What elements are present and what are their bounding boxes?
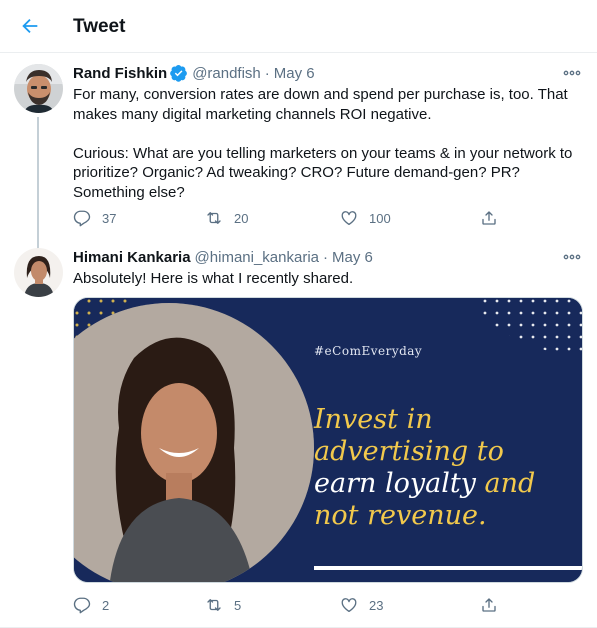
quote-segment: advertising to (314, 436, 504, 467)
tweet-text: For many, conversion rates are down and … (73, 85, 583, 202)
retweet-count: 20 (234, 210, 249, 226)
quote-line: earn loyalty and (314, 468, 535, 500)
quote-line: not revenue. (314, 500, 535, 532)
like-count: 23 (369, 597, 384, 613)
tweet-actions: 2 5 23 (73, 594, 503, 616)
retweet-icon (207, 212, 221, 224)
page-title: Tweet (73, 16, 126, 37)
author-handle[interactable]: @randfish (192, 65, 261, 82)
tweet-paragraph: Curious: What are you telling marketers … (73, 144, 573, 201)
author-name[interactable]: Rand Fishkin (73, 65, 167, 82)
more-dots-icon (563, 70, 581, 76)
share-icon (482, 211, 496, 225)
share-icon (482, 598, 496, 612)
more-dots-icon (563, 254, 581, 260)
quote-segment: Invest in (314, 404, 433, 435)
media-quote: Invest in advertising to earn loyalty an… (314, 404, 535, 532)
heart-icon (341, 598, 357, 613)
back-button[interactable] (14, 10, 46, 42)
retweet-count: 5 (234, 597, 242, 613)
tweet-paragraph: For many, conversion rates are down and … (73, 86, 568, 123)
quote-segment: and (484, 468, 536, 499)
reply-count: 37 (102, 210, 117, 226)
tweet-actions: 37 20 100 (73, 207, 503, 229)
more-options-button[interactable] (559, 247, 585, 267)
page-header: Tweet (0, 0, 597, 53)
tweet-date[interactable]: May 6 (274, 65, 315, 82)
quote-line: advertising to (314, 436, 535, 468)
tweet-date[interactable]: May 6 (332, 249, 373, 266)
tweet-text: Absolutely! Here is what I recently shar… (73, 270, 354, 287)
reply-button[interactable]: 2 (73, 596, 109, 614)
separator-dot: · (264, 64, 270, 82)
like-count: 100 (369, 210, 391, 226)
retweet-button[interactable]: 20 (205, 209, 248, 227)
tweet-header: Rand Fishkin @randfish · May 6 (73, 63, 315, 83)
reply-count: 2 (102, 597, 110, 613)
author-handle[interactable]: @himani_kankaria (195, 249, 319, 266)
quote-segment: not revenue. (314, 500, 487, 531)
tweet-header: Himani Kankaria @himani_kankaria · May 6 (73, 247, 373, 267)
heart-icon (341, 211, 357, 226)
reply-icon (73, 597, 91, 614)
author-name[interactable]: Himani Kankaria (73, 249, 191, 266)
tweet-media-image[interactable]: #eComEveryday Invest in advertising to e… (73, 297, 583, 583)
quote-line: Invest in (314, 404, 535, 436)
share-button[interactable] (480, 596, 498, 614)
tweet-rand-fishkin[interactable]: Rand Fishkin @randfish · May 6 For many,… (0, 54, 597, 292)
share-button[interactable] (480, 209, 498, 227)
quote-segment: earn loyalty (314, 468, 485, 499)
avatar[interactable] (14, 248, 63, 297)
retweet-button[interactable]: 5 (205, 596, 241, 614)
media-hashtag: #eComEveryday (314, 344, 423, 358)
like-button[interactable]: 100 (340, 209, 391, 227)
separator-dot: · (323, 248, 328, 266)
arrow-left-icon (22, 18, 38, 34)
verified-badge-icon (170, 64, 188, 82)
avatar[interactable] (14, 64, 63, 113)
more-options-button[interactable] (559, 63, 585, 83)
like-button[interactable]: 23 (340, 596, 383, 614)
reply-button[interactable]: 37 (73, 209, 116, 227)
retweet-icon (207, 599, 221, 611)
reply-icon (73, 210, 91, 227)
tweet-himani-kankaria[interactable]: Himani Kankaria @himani_kankaria · May 6… (0, 236, 597, 628)
media-underline (314, 566, 582, 570)
